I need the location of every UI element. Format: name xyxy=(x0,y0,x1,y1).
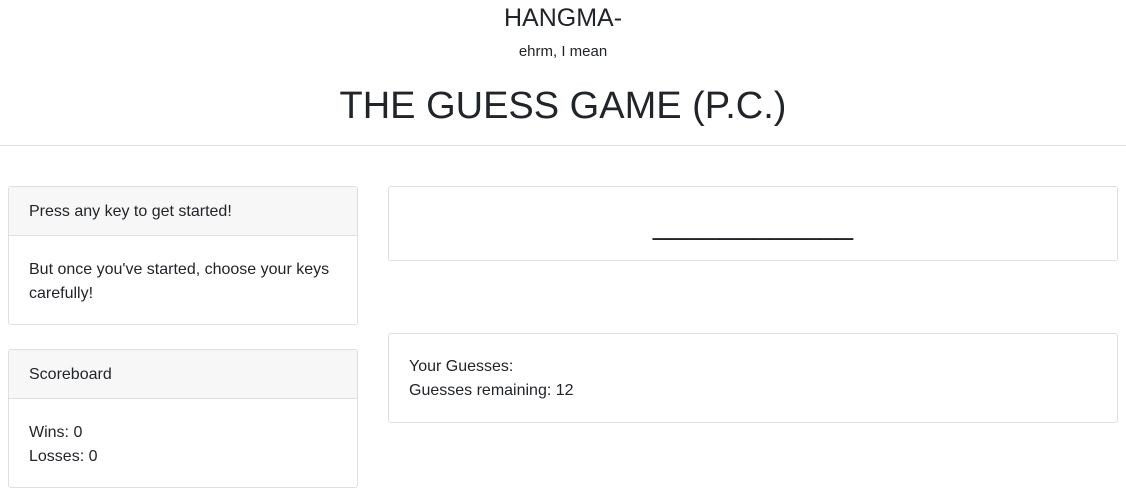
guesses-card: Your Guesses: Guesses remaining: 12 xyxy=(388,333,1118,423)
instructions-heading: Press any key to get started! xyxy=(9,187,357,236)
instructions-body: But once you've started, choose your key… xyxy=(9,236,357,306)
scoreboard-card: Scoreboard Wins: 0 Losses: 0 xyxy=(8,349,358,488)
your-guesses-label: Your Guesses: xyxy=(409,358,514,375)
page-header: HANGMA- ehrm, I mean THE GUESS GAME (P.C… xyxy=(0,0,1126,146)
scoreboard-body: Wins: 0 Losses: 0 xyxy=(9,399,357,469)
instructions-line: But once you've started, choose your key… xyxy=(29,261,330,278)
instructions-line: carefully! xyxy=(29,285,94,302)
losses-count: Losses: 0 xyxy=(29,448,98,465)
page-title: THE GUESS GAME (P.C.) xyxy=(339,85,787,127)
scoreboard-heading: Scoreboard xyxy=(9,350,357,399)
guesses-body: Your Guesses: Guesses remaining: 12 xyxy=(389,334,1117,403)
wins-count: Wins: 0 xyxy=(29,424,83,441)
aside-text: ehrm, I mean xyxy=(518,43,608,60)
page: HANGMA- ehrm, I mean THE GUESS GAME (P.C… xyxy=(0,0,1126,501)
instructions-card: Press any key to get started! But once y… xyxy=(8,186,358,325)
pre-title: HANGMA- xyxy=(503,4,623,32)
word-card: ____________ xyxy=(388,186,1118,261)
word-display: ____________ xyxy=(652,208,854,241)
guesses-remaining: Guesses remaining: 12 xyxy=(409,382,574,399)
